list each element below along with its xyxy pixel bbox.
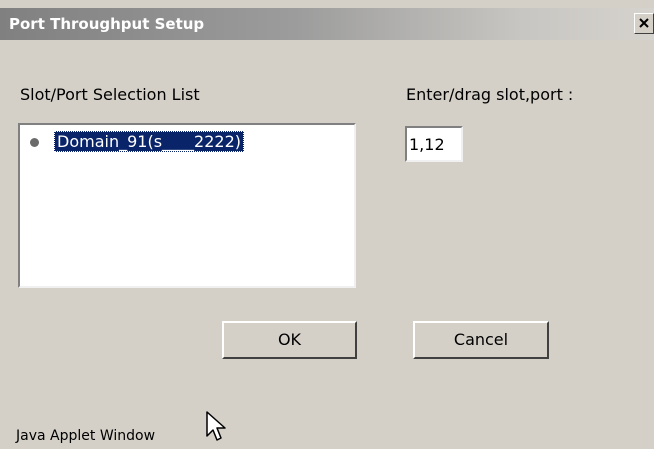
slot-port-input[interactable] xyxy=(405,126,463,162)
bullet-icon xyxy=(30,138,39,147)
cancel-button[interactable]: Cancel xyxy=(413,321,549,359)
close-button[interactable] xyxy=(634,13,654,34)
title-bar[interactable]: Port Throughput Setup xyxy=(0,8,654,40)
selection-list-label: Slot/Port Selection List xyxy=(20,85,200,104)
port-throughput-dialog: Port Throughput Setup Slot/Port Selectio… xyxy=(0,0,654,449)
ok-button[interactable]: OK xyxy=(222,321,357,359)
slot-port-selection-list[interactable]: Domain_91(s____2222) xyxy=(18,123,356,288)
window-title: Port Throughput Setup xyxy=(9,15,205,33)
close-icon xyxy=(639,18,649,28)
slot-port-entry-label: Enter/drag slot,port : xyxy=(406,85,574,104)
status-bar-text: Java Applet Window xyxy=(16,428,156,444)
mouse-pointer-icon xyxy=(206,411,226,441)
list-item-label[interactable]: Domain_91(s____2222) xyxy=(54,131,244,152)
